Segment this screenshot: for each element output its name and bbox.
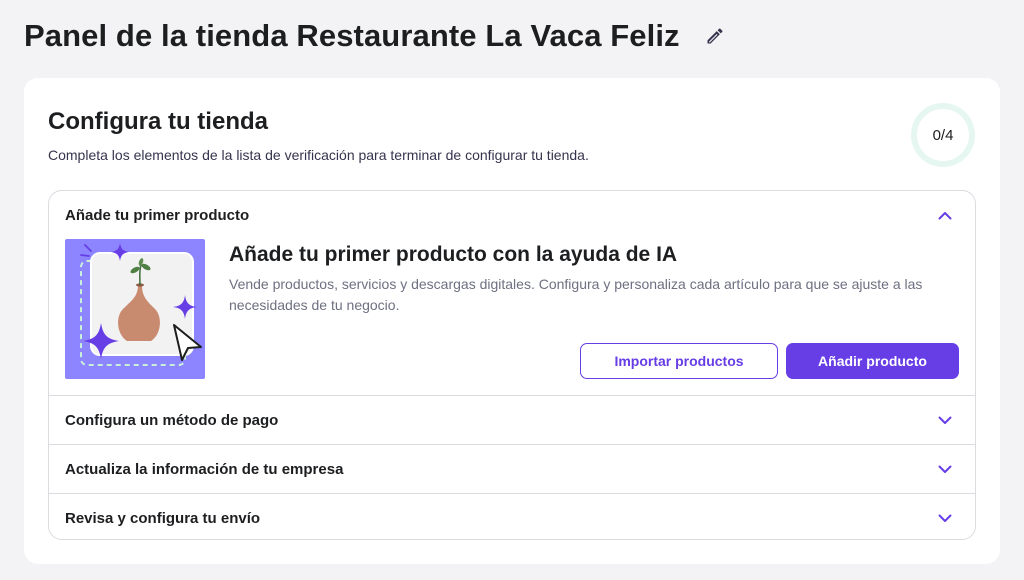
chevron-down-icon[interactable] xyxy=(935,508,955,528)
page-header: Panel de la tienda Restaurante La Vaca F… xyxy=(24,16,728,56)
checklist-item-header[interactable]: Actualiza la información de tu empresa xyxy=(49,445,975,493)
checklist-item-header[interactable]: Añade tu primer producto xyxy=(49,191,975,239)
setup-subtitle: Completa los elementos de la lista de ve… xyxy=(48,147,589,163)
chevron-up-icon[interactable] xyxy=(935,205,955,225)
checklist-item-label: Revisa y configura tu envío xyxy=(65,509,261,527)
pencil-icon xyxy=(705,26,725,46)
checklist-item-add-product: Añade tu primer producto Añade tu primer… xyxy=(49,191,975,396)
edit-store-name-button[interactable] xyxy=(702,23,728,49)
chevron-down-icon[interactable] xyxy=(935,410,955,430)
checklist-item-payment[interactable]: Configura un método de pago xyxy=(49,396,975,445)
checklist-item-label: Añade tu primer producto xyxy=(65,206,250,224)
add-product-button[interactable]: Añadir producto xyxy=(786,343,959,379)
chevron-down-icon[interactable] xyxy=(935,459,955,479)
setup-checklist: Añade tu primer producto Añade tu primer… xyxy=(48,190,976,540)
add-product-description: Vende productos, servicios y descargas d… xyxy=(229,276,923,313)
checklist-item-shipping[interactable]: Revisa y configura tu envío xyxy=(49,494,975,539)
page-title: Panel de la tienda Restaurante La Vaca F… xyxy=(24,18,680,53)
import-products-button[interactable]: Importar productos xyxy=(580,343,778,379)
checklist-item-header[interactable]: Revisa y configura tu envío xyxy=(49,494,975,539)
checklist-item-label: Configura un método de pago xyxy=(65,411,279,429)
add-product-title: Añade tu primer producto con la ayuda de… xyxy=(229,243,678,266)
setup-title: Configura tu tienda xyxy=(48,108,268,135)
progress-ring: 0/4 xyxy=(910,102,976,168)
checklist-item-header[interactable]: Configura un método de pago xyxy=(49,396,975,444)
progress-count: 0/4 xyxy=(932,126,954,144)
setup-card: Configura tu tienda Completa los element… xyxy=(24,78,1000,564)
checklist-item-label: Actualiza la información de tu empresa xyxy=(65,460,344,478)
product-illustration xyxy=(65,239,205,379)
checklist-item-company-info[interactable]: Actualiza la información de tu empresa xyxy=(49,445,975,494)
